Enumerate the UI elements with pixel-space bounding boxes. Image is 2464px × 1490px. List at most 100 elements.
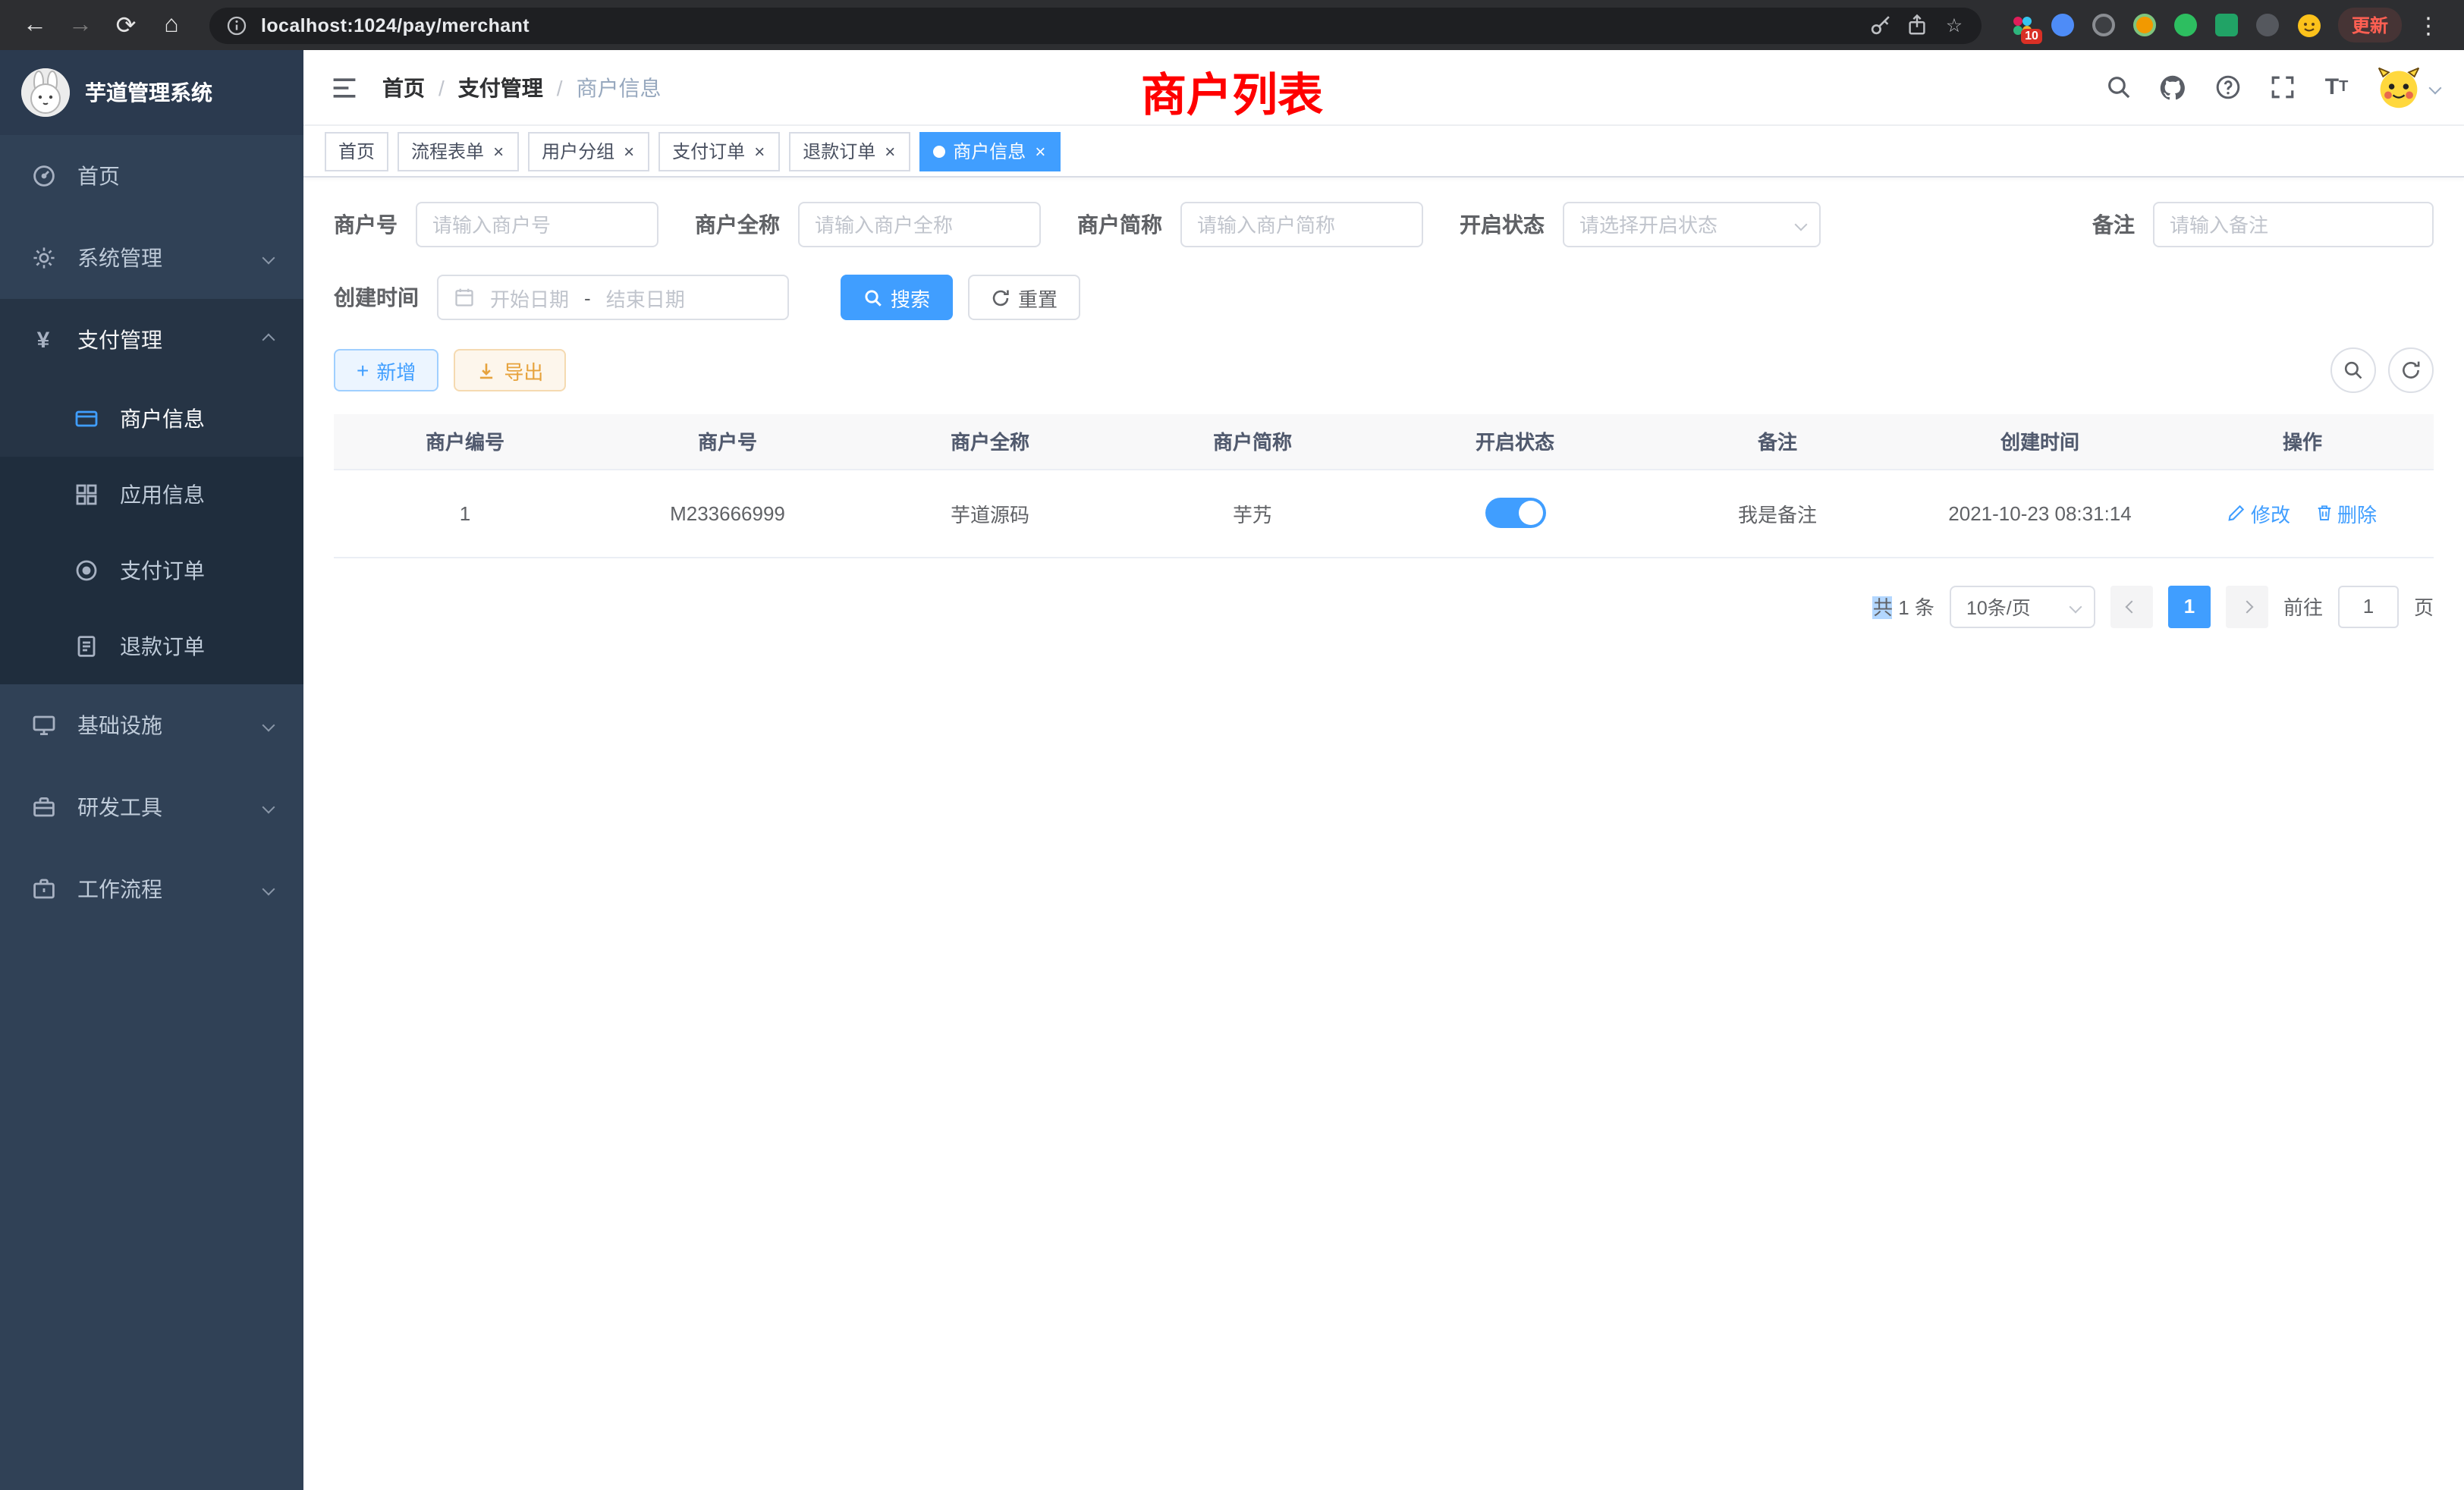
breadcrumb-payment[interactable]: 支付管理 bbox=[458, 72, 543, 102]
page-size-value[interactable] bbox=[1950, 585, 2095, 627]
export-button[interactable]: 导出 bbox=[454, 349, 566, 391]
address-bar[interactable]: localhost:1024/pay/merchant ☆ bbox=[209, 7, 1982, 43]
date-range-picker[interactable]: 开始日期 - 结束日期 bbox=[437, 275, 789, 320]
edit-link[interactable]: 修改 bbox=[2228, 498, 2290, 527]
extension-icon-1[interactable]: 10 bbox=[2009, 11, 2036, 39]
passwords-key-icon[interactable] bbox=[1869, 13, 1894, 37]
column-header: 商户号 bbox=[596, 414, 859, 469]
hamburger-icon[interactable] bbox=[328, 71, 361, 104]
delete-link[interactable]: 删除 bbox=[2315, 498, 2377, 527]
end-date-placeholder: 结束日期 bbox=[606, 283, 685, 312]
prev-page-button[interactable] bbox=[2110, 585, 2153, 627]
sidebar-item-dev-tools[interactable]: 研发工具 bbox=[0, 766, 303, 848]
browser-back-button[interactable]: ← bbox=[15, 5, 55, 45]
search-button[interactable]: 搜索 bbox=[841, 275, 953, 320]
extension-icon-6[interactable] bbox=[2214, 11, 2241, 39]
sidebar-item-payment[interactable]: ¥ 支付管理 bbox=[0, 299, 303, 381]
bookmark-star-icon[interactable]: ☆ bbox=[1942, 13, 1966, 37]
close-icon[interactable]: × bbox=[1033, 142, 1047, 160]
field-label: 商户号 bbox=[334, 209, 398, 240]
sidebar-item-system[interactable]: 系统管理 bbox=[0, 217, 303, 299]
sidebar-item-home[interactable]: 首页 bbox=[0, 135, 303, 217]
goto-page-input[interactable] bbox=[2338, 585, 2399, 627]
close-icon[interactable]: × bbox=[622, 142, 636, 160]
sidebar-item-app-info[interactable]: 应用信息 bbox=[0, 457, 303, 533]
user-avatar bbox=[2376, 64, 2422, 110]
toggle-search-icon[interactable] bbox=[2330, 347, 2376, 393]
github-icon[interactable] bbox=[2158, 72, 2188, 102]
tab-process-form[interactable]: 流程表单 × bbox=[398, 131, 519, 171]
fullscreen-icon[interactable] bbox=[2267, 72, 2297, 102]
extensions-row: 10 bbox=[2009, 11, 2323, 39]
site-info-icon[interactable] bbox=[225, 13, 249, 37]
merchant-no-input[interactable] bbox=[416, 202, 658, 247]
filter-merchant-name: 商户全称 bbox=[695, 202, 1041, 247]
plus-icon: + bbox=[357, 360, 369, 381]
close-icon[interactable]: × bbox=[753, 142, 766, 160]
app-title: 芋道管理系统 bbox=[85, 77, 212, 108]
page-size-select[interactable] bbox=[1950, 585, 2095, 627]
reset-button[interactable]: 重置 bbox=[968, 275, 1080, 320]
app-frame: 芋道管理系统 首页 系统管理 ¥ 支付管理 bbox=[0, 50, 2464, 1490]
font-size-icon[interactable]: TT bbox=[2321, 72, 2352, 102]
status-toggle[interactable] bbox=[1485, 498, 1545, 528]
share-icon[interactable] bbox=[1906, 13, 1930, 37]
extension-icon-3[interactable] bbox=[2091, 11, 2118, 39]
tab-user-group[interactable]: 用户分组 × bbox=[528, 131, 649, 171]
field-label: 创建时间 bbox=[334, 282, 419, 313]
sidebar-item-infrastructure[interactable]: 基础设施 bbox=[0, 684, 303, 766]
column-header: 备注 bbox=[1646, 414, 1909, 469]
search-icon[interactable] bbox=[2103, 72, 2133, 102]
tab-pay-orders[interactable]: 支付订单 × bbox=[658, 131, 780, 171]
user-menu[interactable] bbox=[2376, 64, 2440, 110]
cell-short-name: 芋艿 bbox=[1121, 469, 1384, 557]
chevron-down-icon bbox=[262, 719, 275, 732]
browser-refresh-button[interactable]: ⟳ bbox=[106, 5, 146, 45]
right-toolbar bbox=[2330, 347, 2434, 393]
sidebar-item-workflow[interactable]: 工作流程 bbox=[0, 848, 303, 930]
sidebar-item-pay-orders[interactable]: 支付订单 bbox=[0, 533, 303, 608]
sidebar-logo[interactable]: 芋道管理系统 bbox=[0, 50, 303, 135]
filter-status: 开启状态 bbox=[1460, 202, 1821, 247]
toolbox-icon bbox=[30, 794, 56, 820]
cell-merchant-no: M233666999 bbox=[596, 469, 859, 557]
browser-home-button[interactable]: ⌂ bbox=[152, 5, 191, 45]
column-header: 商户编号 bbox=[334, 414, 596, 469]
extension-icon-5[interactable] bbox=[2173, 11, 2200, 39]
short-name-input[interactable] bbox=[1180, 202, 1423, 247]
sidebar-item-refund-orders[interactable]: 退款订单 bbox=[0, 608, 303, 684]
tab-merchant-info[interactable]: 商户信息 × bbox=[919, 131, 1061, 171]
sidebar-item-merchant-info[interactable]: 商户信息 bbox=[0, 381, 303, 457]
page-button-1[interactable]: 1 bbox=[2168, 585, 2211, 627]
tab-home[interactable]: 首页 bbox=[325, 131, 388, 171]
gear-icon bbox=[30, 245, 56, 271]
tags-view-bar: 首页 流程表单 × 用户分组 × 支付订单 × 退款订单 × bbox=[303, 126, 2464, 178]
filter-create-time: 创建时间 开始日期 - 结束日期 bbox=[334, 275, 789, 320]
status-select[interactable] bbox=[1563, 202, 1821, 247]
cell-remark: 我是备注 bbox=[1646, 469, 1909, 557]
tab-refund-orders[interactable]: 退款订单 × bbox=[789, 131, 910, 171]
extension-icon-4[interactable] bbox=[2132, 11, 2159, 39]
profile-avatar-icon[interactable] bbox=[2296, 11, 2323, 39]
close-icon[interactable]: × bbox=[883, 142, 897, 160]
browser-menu-icon[interactable]: ⋮ bbox=[2408, 11, 2449, 39]
close-icon[interactable]: × bbox=[492, 142, 505, 160]
browser-forward-button[interactable]: → bbox=[61, 5, 100, 45]
next-page-button[interactable] bbox=[2226, 585, 2268, 627]
browser-update-button[interactable]: 更新 bbox=[2338, 8, 2402, 42]
extension-icon-7[interactable] bbox=[2255, 11, 2282, 39]
document-icon bbox=[73, 633, 99, 659]
chevron-down-icon bbox=[262, 801, 275, 814]
merchant-name-input[interactable] bbox=[798, 202, 1041, 247]
total-text: 共 1 条 bbox=[1873, 592, 1934, 621]
chevron-down-icon bbox=[2429, 81, 2442, 94]
extension-icon-2[interactable] bbox=[2050, 11, 2077, 39]
chevron-down-icon bbox=[262, 252, 275, 265]
refresh-icon[interactable] bbox=[2388, 347, 2434, 393]
remark-input[interactable] bbox=[2153, 202, 2434, 247]
goto-label: 前往 bbox=[2283, 592, 2323, 621]
sidebar-item-label: 工作流程 bbox=[77, 874, 243, 904]
breadcrumb-home[interactable]: 首页 bbox=[382, 72, 425, 102]
add-button[interactable]: + 新增 bbox=[334, 349, 438, 391]
help-icon[interactable] bbox=[2212, 72, 2242, 102]
